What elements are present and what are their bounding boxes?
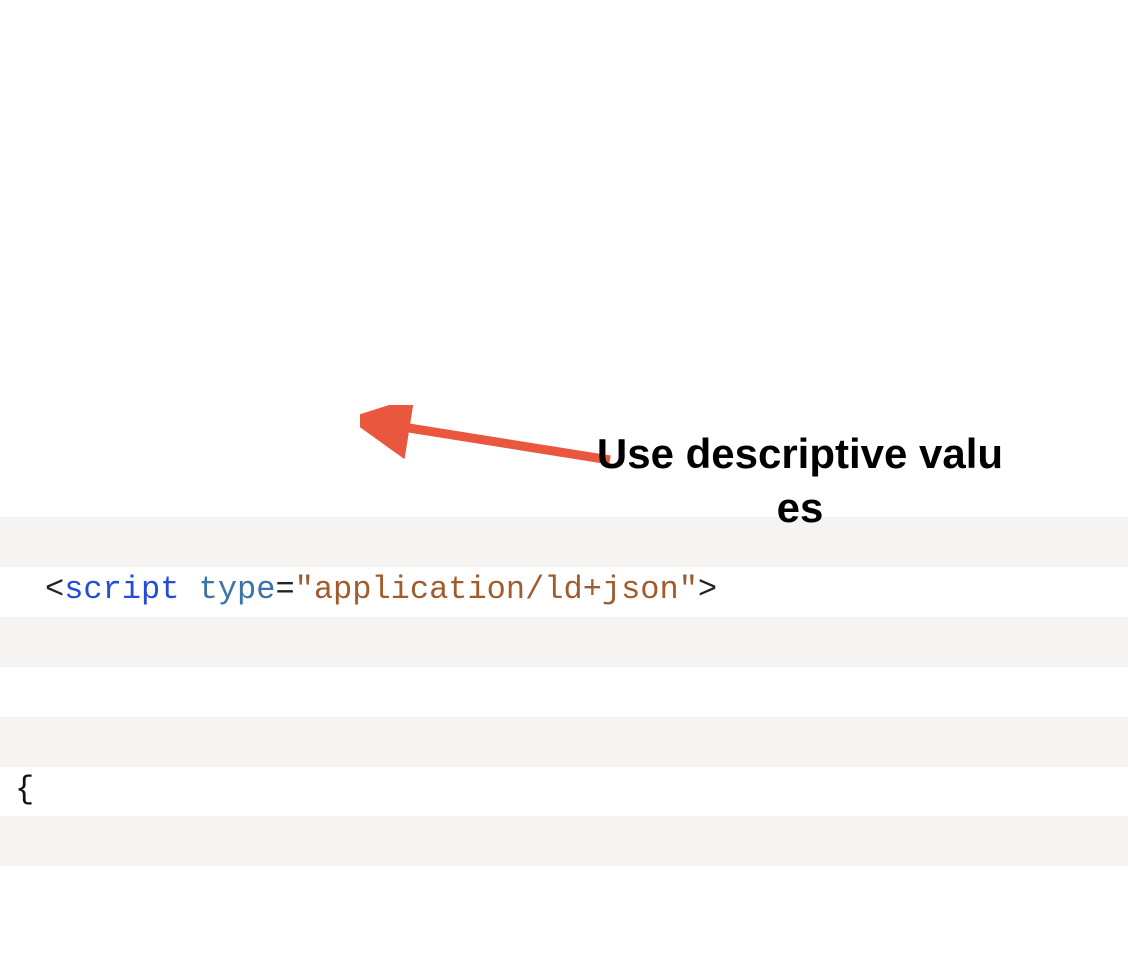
equals-sign: = [275, 571, 294, 608]
code-line-brace-open: { [15, 765, 1128, 815]
code-viewport: <script type="application/ld+json"> { "@… [0, 0, 1128, 956]
code-line-script-open: <script type="application/ld+json"> [15, 565, 1128, 615]
code-block: <script type="application/ld+json"> { "@… [15, 415, 1128, 956]
angle-bracket: > [698, 571, 717, 608]
attr-value-type: "application/ld+json" [295, 571, 698, 608]
angle-bracket: < [45, 571, 64, 608]
tag-name-script: script [64, 571, 179, 608]
brace: { [15, 771, 34, 808]
attr-name-type: type [199, 571, 276, 608]
